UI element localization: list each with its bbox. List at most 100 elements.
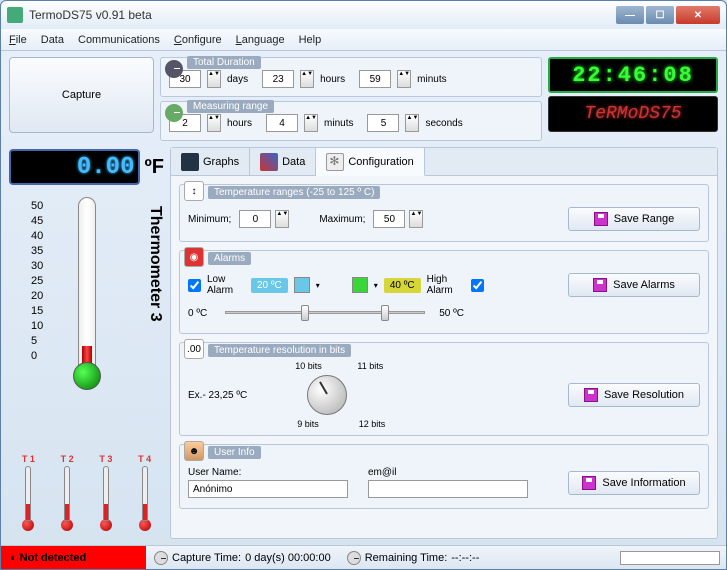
m-min-label: minuts [324,118,353,129]
menu-help[interactable]: Help [299,34,322,46]
m-min-spinner[interactable]: ▲▼ [304,114,318,132]
minimize-button[interactable]: — [616,6,644,24]
status-remaining-time: Remaining Time: --:--:-- [339,546,488,569]
maximize-button[interactable]: ☐ [646,6,674,24]
high-alarm-checkbox[interactable] [471,279,484,292]
track-high-label: 50 ºC [439,308,464,319]
low-color-swatch[interactable] [294,277,310,293]
low-alarm-checkbox[interactable] [188,279,201,292]
window-title: TermoDS75 v0.91 beta [29,8,616,22]
close-button[interactable]: ✕ [676,6,720,24]
temperature-unit: ºF [144,156,164,179]
high-alarm-value: 40 ºC [384,278,421,293]
minutes-spinner[interactable]: ▲▼ [397,70,411,88]
username-input[interactable] [188,480,348,498]
mini-thermo-2: T 2 [61,454,74,539]
slider-high-thumb[interactable] [381,305,389,321]
alarm-slider[interactable] [225,303,425,323]
knob-9bits: 9 bits [297,419,319,429]
floppy-icon [584,388,598,402]
min-input[interactable] [239,210,271,228]
temperature-lcd: 0.00 [9,149,140,185]
username-label: User Name: [188,467,344,478]
m-hours-spinner[interactable]: ▲▼ [207,114,221,132]
logo-display: TeRMoDS75 [548,96,718,132]
email-input[interactable] [368,480,528,498]
mini-thermo-4: T 4 [138,454,151,539]
floppy-icon [582,476,596,490]
data-icon [260,153,278,171]
thermometer-scale: 50454035302520151050 [31,199,43,364]
clock-icon [165,60,183,78]
tab-data[interactable]: Data [250,148,316,175]
save-alarms-button[interactable]: Save Alarms [568,273,700,297]
knob-11bits: 11 bits [357,361,383,371]
days-spinner[interactable]: ▲▼ [207,70,221,88]
m-sec-input[interactable] [367,114,399,132]
resolution-icon: .00 [184,339,204,359]
alarms-group: ◉ Alarms Low Alarm 20 ºC ▾ ▾ 40 ºC High … [179,250,709,334]
minutes-label: minuts [417,74,446,85]
ranges-label: Temperature ranges (-25 to 125 º C) [208,186,380,199]
min-spinner[interactable]: ▲▼ [275,210,289,228]
app-icon [7,7,23,23]
capture-button[interactable]: Capture [9,57,154,133]
max-label: Maximum; [319,214,365,225]
days-label: days [227,74,248,85]
hours-input[interactable] [262,70,294,88]
status-capture-time: Capture Time: 0 day(s) 00:00:00 [146,546,339,569]
user-icon: ☻ [184,441,204,461]
low-color-dropdown[interactable]: ▾ [316,281,320,290]
low-alarm-label: Low Alarm [207,274,241,296]
clock-icon [165,104,183,122]
alarms-label: Alarms [208,252,251,265]
max-spinner[interactable]: ▲▼ [409,210,423,228]
max-input[interactable] [373,210,405,228]
user-info-group: ☻ User Info User Name: em@il [179,444,709,509]
high-color-swatch[interactable] [352,277,368,293]
menubar: File Data Communications Configure Langu… [1,29,726,51]
m-min-input[interactable] [266,114,298,132]
floppy-icon [593,278,607,292]
thermometer-main: 50454035302520151050 Thermometer 3 [9,191,164,426]
clock-icon [154,551,168,565]
menu-file[interactable]: File [9,34,27,46]
resolution-label: Temperature resolution in bits [208,344,351,357]
statusbar: ◖ Not detected Capture Time: 0 day(s) 00… [1,545,726,569]
range-icon: ↕ [184,181,204,201]
save-info-button[interactable]: Save Information [568,471,700,495]
measuring-range-label: Measuring range [187,100,274,113]
menu-data[interactable]: Data [41,34,64,46]
menu-configure[interactable]: Configure [174,34,222,46]
digital-clock: 22:46:08 [548,57,718,93]
m-hours-label: hours [227,118,252,129]
knob-10bits: 10 bits [295,361,322,371]
menu-language[interactable]: Language [236,34,285,46]
m-sec-label: seconds [425,118,462,129]
min-label: Minimum; [188,214,231,225]
resolution-group: .00 Temperature resolution in bits Ex.- … [179,342,709,436]
total-duration-label: Total Duration [187,56,261,69]
m-sec-spinner[interactable]: ▲▼ [405,114,419,132]
thermometer-label: Thermometer 3 [146,206,164,322]
mini-thermo-3: T 3 [99,454,112,539]
resolution-knob[interactable] [307,375,347,415]
minutes-input[interactable] [359,70,391,88]
user-info-label: User Info [208,446,261,459]
app-window: TermoDS75 v0.91 beta — ☐ ✕ File Data Com… [0,0,727,570]
email-label: em@il [368,467,524,478]
progress-bar [620,551,720,565]
alarm-icon: ◉ [184,247,204,267]
save-range-button[interactable]: Save Range [568,207,700,231]
temp-ranges-group: ↕ Temperature ranges (-25 to 125 º C) Mi… [179,184,709,242]
hours-spinner[interactable]: ▲▼ [300,70,314,88]
slider-low-thumb[interactable] [301,305,309,321]
save-resolution-button[interactable]: Save Resolution [568,383,700,407]
tab-configuration[interactable]: Configuration [316,148,424,176]
menu-communications[interactable]: Communications [78,34,160,46]
high-alarm-label: High Alarm [427,274,461,296]
high-color-dropdown[interactable]: ▾ [374,281,378,290]
total-duration-group: Total Duration ▲▼ days ▲▼ hours ▲▼ minut… [160,57,542,97]
clock-icon [347,551,361,565]
tab-graphs[interactable]: Graphs [171,148,250,175]
